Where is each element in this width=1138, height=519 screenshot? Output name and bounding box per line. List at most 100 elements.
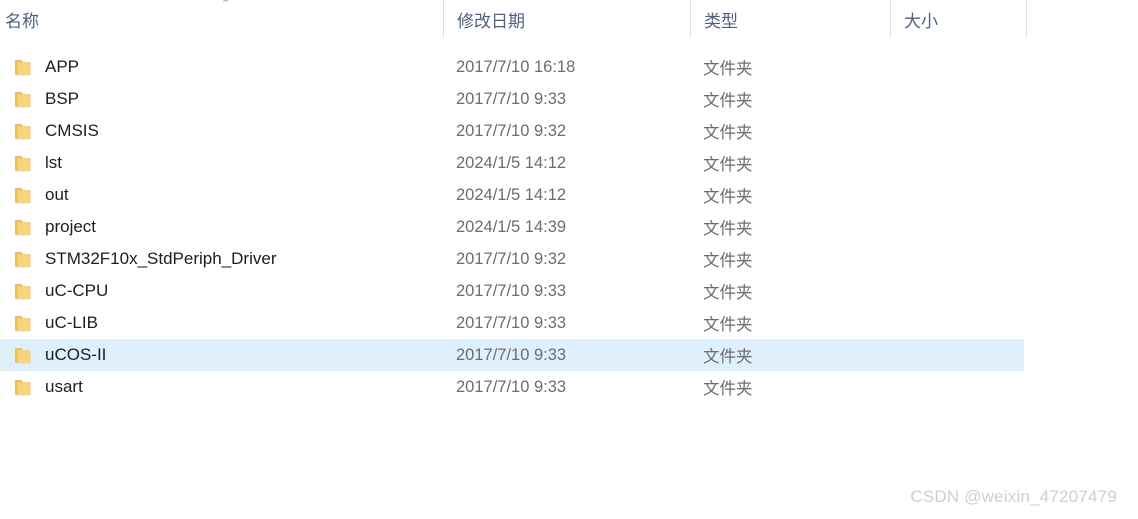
table-row[interactable]: uCOS-II 2017/7/10 9:33 文件夹 xyxy=(0,339,1138,371)
file-explorer-list-view: ⌃ 名称 修改日期 类型 大小 APP 2017/7/10 16:18 文件夹 BSP… xyxy=(0,0,1138,519)
cell-type: 文件夹 xyxy=(690,307,890,339)
folder-icon xyxy=(15,59,31,75)
cell-date-modified-label: 2024/1/5 14:12 xyxy=(456,185,567,204)
cell-size xyxy=(890,147,1027,179)
cell-date-modified: 2017/7/10 16:18 xyxy=(443,51,690,83)
cell-date-modified: 2017/7/10 9:33 xyxy=(443,307,690,339)
table-row[interactable]: APP 2017/7/10 16:18 文件夹 xyxy=(0,51,1138,83)
table-row[interactable]: uC-LIB 2017/7/10 9:33 文件夹 xyxy=(0,307,1138,339)
column-header-date-modified-label: 修改日期 xyxy=(457,11,525,31)
cell-name[interactable]: STM32F10x_StdPeriph_Driver xyxy=(0,243,443,275)
cell-type: 文件夹 xyxy=(690,83,890,115)
file-name-label: CMSIS xyxy=(45,121,99,140)
folder-icon xyxy=(15,251,31,267)
folder-icon xyxy=(15,283,31,299)
file-name-label: out xyxy=(45,185,69,204)
cell-size xyxy=(890,83,1027,115)
cell-date-modified: 2017/7/10 9:32 xyxy=(443,243,690,275)
cell-date-modified-label: 2017/7/10 9:33 xyxy=(456,313,567,332)
cell-type-label: 文件夹 xyxy=(703,92,753,110)
table-row[interactable]: CMSIS 2017/7/10 9:32 文件夹 xyxy=(0,115,1138,147)
cell-size xyxy=(890,339,1027,371)
cell-type-label: 文件夹 xyxy=(703,220,753,238)
folder-icon xyxy=(15,347,31,363)
cell-date-modified-label: 2017/7/10 9:33 xyxy=(456,281,567,300)
column-header-size-label: 大小 xyxy=(904,11,938,31)
cell-type: 文件夹 xyxy=(690,179,890,211)
cell-type: 文件夹 xyxy=(690,51,890,83)
cell-date-modified: 2024/1/5 14:12 xyxy=(443,147,690,179)
cell-name[interactable]: uCOS-II xyxy=(0,339,443,371)
cell-size xyxy=(890,371,1027,403)
file-name-label: BSP xyxy=(45,89,80,108)
cell-type: 文件夹 xyxy=(690,211,890,243)
cell-size xyxy=(890,307,1027,339)
cell-type-label: 文件夹 xyxy=(703,380,753,398)
cell-size xyxy=(890,51,1027,83)
cell-date-modified-label: 2024/1/5 14:12 xyxy=(456,153,567,172)
cell-type: 文件夹 xyxy=(690,147,890,179)
folder-icon xyxy=(15,155,31,171)
cell-name[interactable]: usart xyxy=(0,371,443,403)
cell-type: 文件夹 xyxy=(690,275,890,307)
cell-date-modified: 2017/7/10 9:33 xyxy=(443,339,690,371)
cell-type-label: 文件夹 xyxy=(703,60,753,78)
column-header-type-label: 类型 xyxy=(704,11,738,31)
column-header-type[interactable]: 类型 xyxy=(690,0,890,38)
cell-date-modified-label: 2017/7/10 9:32 xyxy=(456,249,567,268)
cell-name[interactable]: out xyxy=(0,179,443,211)
folder-icon xyxy=(15,379,31,395)
cell-name[interactable]: uC-CPU xyxy=(0,275,443,307)
cell-name[interactable]: CMSIS xyxy=(0,115,443,147)
column-header-row: 名称 修改日期 类型 大小 xyxy=(0,0,1138,38)
table-row[interactable]: STM32F10x_StdPeriph_Driver 2017/7/10 9:32… xyxy=(0,243,1138,275)
cell-type: 文件夹 xyxy=(690,115,890,147)
cell-type-label: 文件夹 xyxy=(703,348,753,366)
table-row[interactable]: lst 2024/1/5 14:12 文件夹 xyxy=(0,147,1138,179)
cell-date-modified-label: 2017/7/10 9:32 xyxy=(456,121,567,140)
cell-name[interactable]: uC-LIB xyxy=(0,307,443,339)
cell-date-modified-label: 2024/1/5 14:39 xyxy=(456,217,567,236)
file-name-label: project xyxy=(45,217,97,236)
folder-icon xyxy=(15,187,31,203)
file-name-label: usart xyxy=(45,377,83,396)
file-name-label: STM32F10x_StdPeriph_Driver xyxy=(45,249,277,268)
cell-type: 文件夹 xyxy=(690,371,890,403)
file-name-label: lst xyxy=(45,153,62,172)
column-header-filler xyxy=(1027,0,1138,38)
folder-icon xyxy=(15,315,31,331)
column-header-name[interactable]: 名称 xyxy=(0,0,443,38)
column-header-size[interactable]: 大小 xyxy=(890,0,1027,38)
cell-size xyxy=(890,179,1027,211)
cell-size xyxy=(890,115,1027,147)
watermark: CSDN @weixin_47207479 xyxy=(910,487,1117,506)
folder-icon xyxy=(15,91,31,107)
cell-date-modified: 2024/1/5 14:39 xyxy=(443,211,690,243)
file-name-label: uC-LIB xyxy=(45,313,98,332)
cell-date-modified: 2017/7/10 9:33 xyxy=(443,275,690,307)
table-row[interactable]: uC-CPU 2017/7/10 9:33 文件夹 xyxy=(0,275,1138,307)
file-list: APP 2017/7/10 16:18 文件夹 BSP 2017/7/10 9:33 文件… xyxy=(0,51,1138,403)
cell-type-label: 文件夹 xyxy=(703,284,753,302)
cell-date-modified: 2017/7/10 9:32 xyxy=(443,115,690,147)
column-header-date-modified[interactable]: 修改日期 xyxy=(443,0,690,38)
file-name-label: uC-CPU xyxy=(45,281,109,300)
file-name-label: uCOS-II xyxy=(45,345,107,364)
cell-type-label: 文件夹 xyxy=(703,188,753,206)
file-name-label: APP xyxy=(45,57,80,76)
cell-name[interactable]: lst xyxy=(0,147,443,179)
table-row[interactable]: BSP 2017/7/10 9:33 文件夹 xyxy=(0,83,1138,115)
cell-size xyxy=(890,243,1027,275)
folder-icon xyxy=(15,219,31,235)
cell-type-label: 文件夹 xyxy=(703,252,753,270)
cell-date-modified-label: 2017/7/10 9:33 xyxy=(456,345,567,364)
folder-icon xyxy=(15,123,31,139)
cell-name[interactable]: project xyxy=(0,211,443,243)
cell-size xyxy=(890,275,1027,307)
table-row[interactable]: out 2024/1/5 14:12 文件夹 xyxy=(0,179,1138,211)
cell-date-modified-label: 2017/7/10 9:33 xyxy=(456,89,567,108)
cell-name[interactable]: APP xyxy=(0,51,443,83)
cell-name[interactable]: BSP xyxy=(0,83,443,115)
table-row[interactable]: usart 2017/7/10 9:33 文件夹 xyxy=(0,371,1138,403)
table-row[interactable]: project 2024/1/5 14:39 文件夹 xyxy=(0,211,1138,243)
